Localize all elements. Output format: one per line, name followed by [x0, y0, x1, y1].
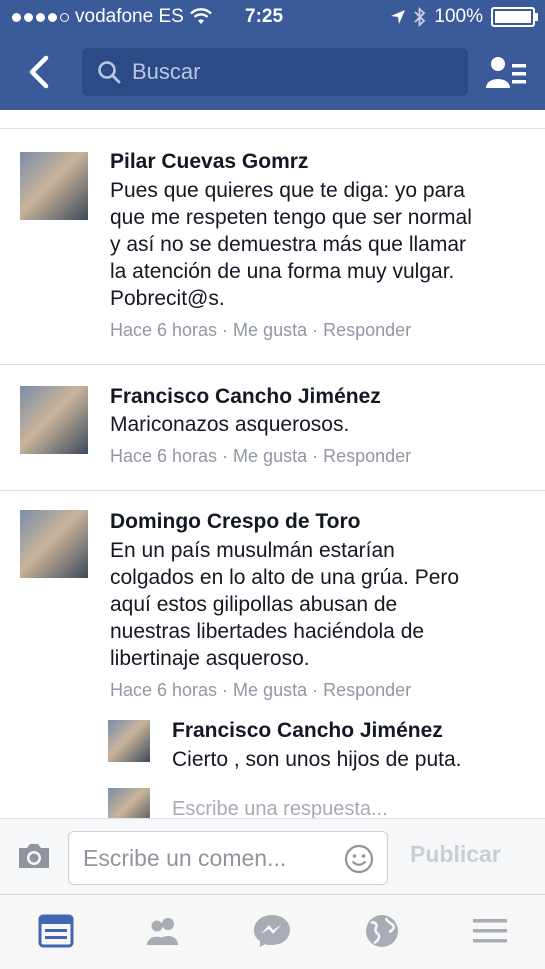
comment-line: En un país musulmán estarían	[110, 539, 395, 562]
comment-line: Pues que quieres que te diga: yo para	[110, 179, 465, 202]
search-bar[interactable]	[82, 48, 468, 96]
comment-composer: Publicar	[0, 818, 545, 895]
status-right: 100%	[390, 6, 538, 28]
comment-line: Pobrecit@s.	[110, 287, 225, 310]
comment-text: Pues que quieres que te diga: yo para qu…	[110, 177, 530, 312]
signal-strength-icon	[12, 12, 69, 22]
battery-percent: 100%	[434, 6, 483, 27]
tab-bar	[0, 894, 545, 969]
friend-requests-icon[interactable]	[484, 54, 528, 92]
reply-author-name[interactable]: Francisco Cancho Jiménez	[172, 719, 443, 743]
comment-line: y así no se demuestra más que llamar	[110, 233, 466, 256]
clock: 7:25	[245, 6, 284, 27]
comment-meta[interactable]: Hace 6 horas · Me gusta · Responder	[110, 320, 411, 341]
comment-line: la atención de una forma muy vulgar.	[110, 260, 455, 283]
reply-text: Cierto , son unos hijos de puta.	[172, 748, 462, 771]
comment-line: Mariconazos asquerosos.	[110, 413, 350, 436]
bluetooth-icon	[414, 7, 426, 27]
commenter-name[interactable]: Domingo Crespo de Toro	[110, 510, 360, 534]
publish-button[interactable]: Publicar	[410, 841, 501, 868]
avatar[interactable]	[20, 510, 88, 578]
status-bar: vodafone ES 7:25 100%	[0, 6, 545, 32]
comment-line: aquí estos gilipollas abusan de	[110, 593, 398, 616]
comment-line: libertinaje asqueroso.	[110, 647, 310, 670]
avatar[interactable]	[20, 152, 88, 220]
avatar[interactable]	[20, 386, 88, 454]
emoji-icon[interactable]	[343, 843, 375, 875]
comment-text: En un país musulmán estarían colgados en…	[110, 537, 530, 672]
comment-input[interactable]	[81, 842, 335, 874]
news-feed-icon[interactable]	[36, 913, 76, 949]
battery-icon	[491, 7, 538, 27]
divider	[0, 364, 545, 365]
comment-line: que me respeten tengo que ser normal	[110, 206, 472, 229]
commenter-name[interactable]: Pilar Cuevas Gomrz	[110, 150, 308, 174]
notifications-globe-icon[interactable]	[362, 913, 402, 949]
comments-feed[interactable]: Pilar Cuevas Gomrz Pues que quieres que …	[0, 110, 545, 818]
carrier-label: vodafone ES	[75, 6, 184, 27]
comment-meta[interactable]: Hace 6 horas · Me gusta · Responder	[110, 446, 411, 467]
comment-text: Mariconazos asquerosos.	[110, 411, 530, 438]
divider	[0, 128, 545, 129]
header-bar: vodafone ES 7:25 100%	[0, 0, 545, 110]
back-arrow-icon[interactable]	[22, 52, 62, 92]
comment-input-box[interactable]	[68, 831, 388, 885]
avatar	[108, 788, 150, 818]
messenger-icon[interactable]	[252, 913, 292, 949]
search-input[interactable]	[130, 58, 434, 86]
comment-line: colgados en lo alto de una grúa. Pero	[110, 566, 460, 589]
comment-line: nuestras libertades haciéndola de	[110, 620, 425, 643]
comment-meta[interactable]: Hace 6 horas · Me gusta · Responder	[110, 680, 411, 701]
divider	[0, 490, 545, 491]
location-arrow-icon	[391, 10, 406, 24]
write-reply-field[interactable]: Escribe una respuesta...	[172, 798, 388, 818]
commenter-name[interactable]: Francisco Cancho Jiménez	[110, 385, 381, 409]
menu-icon[interactable]	[470, 913, 510, 949]
avatar[interactable]	[108, 720, 150, 762]
search-icon	[98, 61, 121, 84]
friends-icon[interactable]	[143, 913, 183, 949]
carrier-group: vodafone ES	[12, 6, 212, 28]
camera-icon[interactable]	[16, 841, 52, 871]
wifi-icon	[189, 8, 212, 24]
